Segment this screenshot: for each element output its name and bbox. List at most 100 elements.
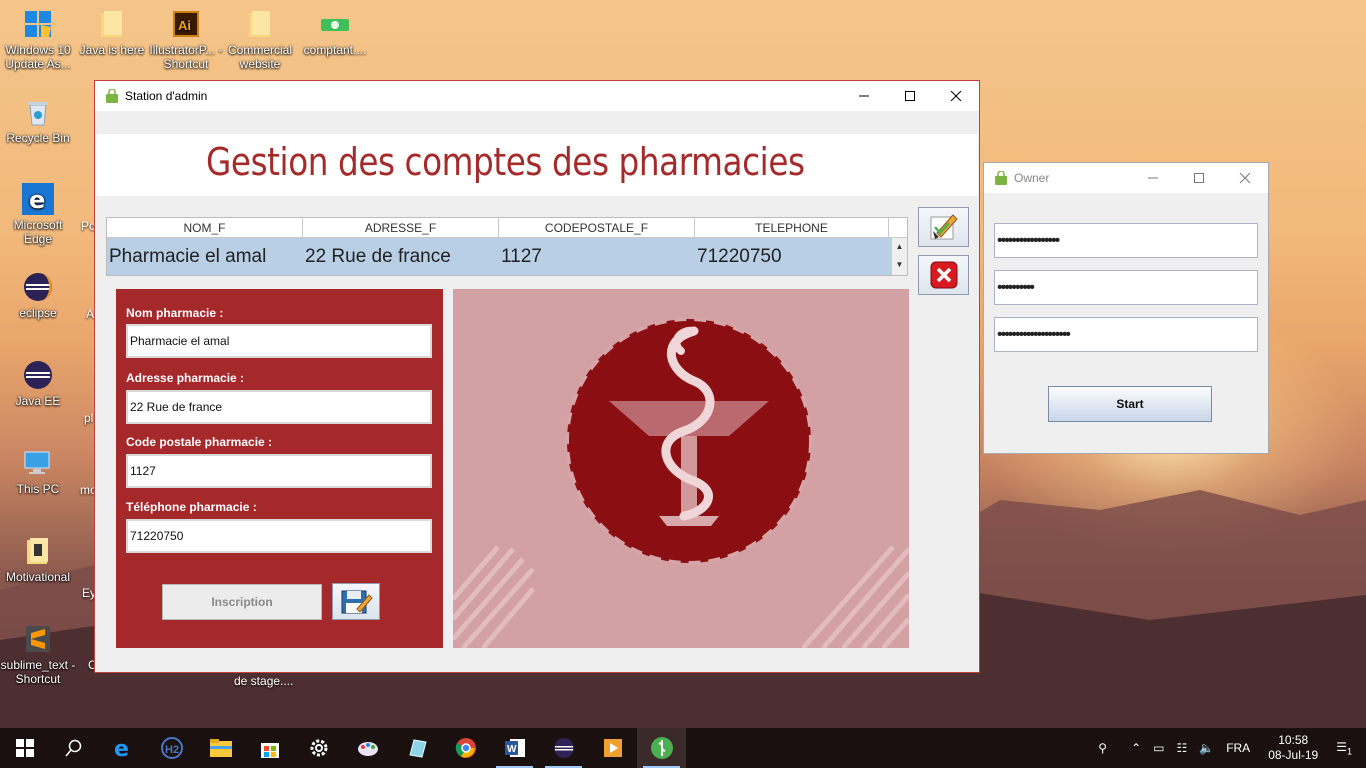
taskbar-eclipse[interactable]	[539, 728, 588, 768]
column-header[interactable]: TELEPHONE	[695, 218, 889, 237]
chevron-up-icon[interactable]: ⌃	[1131, 741, 1141, 755]
battery-icon[interactable]: ▭	[1153, 741, 1164, 755]
owner-title: Owner	[1014, 171, 1050, 185]
maximize-button[interactable]	[887, 81, 933, 111]
owner-maximize-button[interactable]	[1176, 163, 1222, 193]
pharmacy-logo-panel	[453, 289, 909, 648]
volume-icon[interactable]: 🔈	[1199, 741, 1214, 755]
owner-password-field-3[interactable]: ••••••••••••••••••••	[994, 317, 1258, 352]
owner-password-field-1[interactable]: •••••••••••••••••	[994, 223, 1258, 258]
clock[interactable]: 10:58 08-Jul-19	[1268, 733, 1318, 763]
postal-code-input[interactable]: 1127	[126, 454, 432, 488]
desktop-icon-comptant[interactable]: comptant....	[297, 8, 373, 57]
desktop-icon-motivational[interactable]: Motivational	[0, 535, 76, 584]
minimize-icon	[859, 95, 869, 97]
column-header[interactable]: CODEPOSTALE_F	[499, 218, 695, 237]
table-cell: 22 Rue de france	[305, 246, 451, 267]
taskbar-settings[interactable]	[294, 728, 343, 768]
desktop-icon-java-ee[interactable]: Java EE	[0, 359, 76, 408]
save-button[interactable]	[332, 583, 380, 620]
column-header[interactable]: NOM_F	[107, 218, 303, 237]
windows-update-icon	[25, 11, 51, 37]
table-scrollbar[interactable]: ▲ ▼	[891, 238, 907, 275]
taskbar-pharmacy-app[interactable]	[637, 728, 686, 768]
taskbar-media-player[interactable]	[588, 728, 637, 768]
desktop-icon-label: Windows 10 Update As...	[5, 43, 71, 71]
pharmacy-caduceus-icon	[453, 317, 909, 648]
taskbar-sticky[interactable]	[392, 728, 441, 768]
language-indicator[interactable]: FRA	[1226, 741, 1250, 755]
scroll-down-icon[interactable]: ▼	[892, 256, 907, 274]
notification-icon[interactable]: ☰1	[1336, 740, 1352, 756]
desktop-icon-commercial-website[interactable]: Commercial website	[222, 8, 298, 71]
phone-input[interactable]: 71220750	[126, 519, 432, 553]
owner-minimize-button[interactable]	[1130, 163, 1176, 193]
sublime-icon	[26, 626, 50, 652]
java-lock-icon	[106, 89, 118, 103]
delete-button[interactable]	[918, 255, 969, 295]
desktop-icon-java-folder[interactable]: Java is here	[74, 8, 150, 57]
taskbar-paint[interactable]	[343, 728, 392, 768]
people-icon[interactable]: ⚲	[1098, 741, 1107, 755]
store-bag-icon	[260, 743, 279, 758]
desktop-icon-edge[interactable]: e Microsoft Edge	[0, 183, 76, 246]
taskbar: e H2 W ⚲ ⌃ ▭ ☷ 🔈 FRA 10:58 08-Jul-19 ☰1	[0, 728, 1366, 768]
gear-icon	[310, 739, 327, 757]
clock-date: 08-Jul-19	[1268, 748, 1319, 762]
taskbar-chrome[interactable]	[441, 728, 490, 768]
system-tray: ⚲ ⌃ ▭ ☷ 🔈 FRA 10:58 08-Jul-19 ☰1	[1092, 728, 1366, 768]
taskbar-edge[interactable]: e	[98, 728, 147, 768]
close-icon	[950, 90, 962, 102]
table-row[interactable]: Pharmacie el amal 22 Rue de france 1127 …	[107, 238, 907, 275]
address-label: Adresse pharmacie :	[126, 371, 245, 385]
desktop-icon-label: Recycle Bin	[6, 131, 70, 145]
desktop-icon-eclipse[interactable]: eclipse	[0, 271, 76, 320]
pharmacy-name-input[interactable]: Pharmacie el amal	[126, 324, 432, 358]
owner-close-button[interactable]	[1222, 163, 1268, 193]
network-icon[interactable]: ☷	[1176, 741, 1187, 755]
desktop-icon-label: comptant....	[303, 43, 367, 57]
java-lock-icon	[995, 171, 1007, 185]
start-menu-button[interactable]	[0, 728, 49, 768]
desktop-icon-illustrator[interactable]: Ai IllustratorP... - Shortcut	[148, 8, 224, 71]
owner-titlebar[interactable]: Owner	[984, 163, 1268, 193]
scroll-up-icon[interactable]: ▲	[892, 238, 907, 256]
minimize-icon	[1148, 177, 1158, 179]
taskbar-word[interactable]: W	[490, 728, 539, 768]
search-button[interactable]	[49, 728, 98, 768]
desktop-icon-label: This PC	[16, 482, 60, 496]
column-header[interactable]: ADRESSE_F	[303, 218, 499, 237]
start-button[interactable]: Start	[1048, 386, 1212, 422]
window-titlebar[interactable]: Station d'admin	[95, 81, 979, 111]
desktop-partial-label: A	[86, 307, 95, 321]
pharmacy-address-input[interactable]: 22 Rue de france	[126, 390, 432, 424]
name-label: Nom pharmacie :	[126, 306, 224, 320]
taskbar-file-explorer[interactable]	[196, 728, 245, 768]
clock-time: 10:58	[1278, 733, 1309, 747]
minimize-button[interactable]	[841, 81, 887, 111]
phone-label: Téléphone pharmacie :	[126, 500, 257, 514]
close-button[interactable]	[933, 81, 979, 111]
search-icon	[64, 739, 81, 757]
taskbar-store[interactable]	[245, 728, 294, 768]
desktop-icon-sublime[interactable]: sublime_text - Shortcut	[0, 623, 76, 686]
eclipse-icon	[24, 273, 52, 301]
maximize-icon	[905, 91, 915, 101]
header-banner: Gestion des comptes des pharmacies	[96, 134, 978, 196]
edge-icon: e	[114, 737, 129, 759]
svg-text:Ai: Ai	[178, 18, 191, 33]
inscription-button[interactable]: Inscription	[162, 584, 322, 620]
desktop-icon-windows-update[interactable]: Windows 10 Update As...	[0, 8, 76, 71]
h2-database-icon: H2	[160, 737, 183, 759]
desktop-icon-recycle-bin[interactable]: Recycle Bin	[0, 96, 76, 145]
red-x-delete-icon	[930, 261, 957, 289]
desktop-icon-this-pc[interactable]: This PC	[0, 447, 76, 496]
owner-password-field-2[interactable]: ••••••••••	[994, 270, 1258, 305]
folder-icon	[27, 538, 48, 564]
taskbar-h2[interactable]: H2	[147, 728, 196, 768]
page-title: Gestion des comptes des pharmacies	[206, 140, 805, 184]
floppy-save-icon	[341, 590, 373, 613]
edit-button[interactable]	[918, 207, 969, 247]
desktop-icon-label: eclipse	[19, 306, 57, 320]
edge-icon: e	[22, 183, 54, 215]
